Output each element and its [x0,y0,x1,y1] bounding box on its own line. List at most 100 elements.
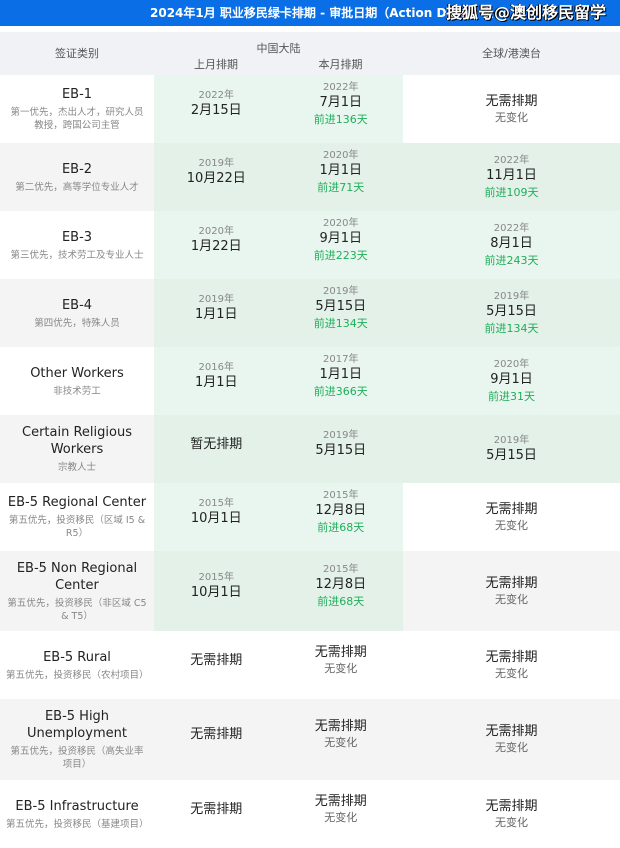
date-text: 1月1日 [194,375,238,390]
year-text: 2019年 [323,430,359,441]
date-text: 12月8日 [315,576,367,592]
date-text: 无需排期 [314,644,367,660]
category-name: EB-5 High Unemployment [27,709,127,741]
global-cells: 无需排期 无变化 [403,780,620,848]
curr-month-cell: 2020年 9月1日 前进223天 [279,211,404,279]
year-text: 2020年 [493,358,530,370]
category-name: EB-5 Regional Center [7,495,147,510]
visa-category: EB-5 Non Regional Center 第五优先，投资移民（非区域 C5… [0,551,154,631]
curr-month-cell: 2019年 5月15日 [279,415,404,483]
category-desc: 第五优先，投资移民（区域 I5 & R5） [8,515,146,539]
date-text: 1月1日 [194,307,238,322]
category-desc: 第四优先，特殊人员 [34,317,120,329]
global-cell: 2020年 9月1日 前进31天 [403,347,620,415]
category-desc: 第一优先，杰出人才，研究人员教授，跨国公司主管 [10,107,144,131]
visa-category: Other Workers 非技术劳工 [0,347,154,415]
category-desc: 第五优先，投资移民（农村项目） [6,669,149,681]
year-text: 2020年 [323,217,359,229]
table-row: EB-4 第四优先，特殊人员 2019年 1月1日 2019年 5月15日 前进134天 20… [0,279,620,347]
prev-month-cell: 无需排期 [154,780,279,848]
change-status-text: 无变化 [324,661,358,675]
visa-category: EB-5 Rural 第五优先，投资移民（农村项目） [0,631,154,699]
china-cells: 2020年 1月22日 2020年 9月1日 前进223天 [154,211,403,279]
china-cells: 2015年 10月1日 2015年 12月8日 前进68天 [154,551,403,631]
date-text: 1月22日 [190,239,242,254]
date-text: 无需排期 [485,93,538,109]
china-cells: 无需排期 无需排期 无变化 [154,631,403,699]
title-bar: 2024年1月 职业移民绿卡排期 - 审批日期（Action Date / 表 … [0,0,620,26]
year-text: 2019年 [493,290,530,302]
china-cells: 2016年 1月1日 2017年 1月1日 前进366天 [154,347,403,415]
category-name: Certain Religious Workers [22,425,132,457]
date-text: 暂无排期 [190,436,243,452]
category-desc: 第三优先，技术劳工及专业人士 [10,249,144,261]
header-global: 全球/港澳台 [482,47,541,60]
category-name: EB-2 [61,161,93,177]
prev-month-cell: 无需排期 [154,699,279,780]
prev-month-cell: 2020年 1月22日 [154,211,279,279]
table-row: Certain Religious Workers 宗教人士 暂无排期 2019年 5月… [0,415,620,483]
global-cell: 2019年 5月15日 [403,415,620,483]
change-status-text: 无变化 [495,592,528,606]
advance-text: 前进243天 [484,253,539,267]
year-text: 2017年 [323,353,359,365]
category-desc: 非技术劳工 [53,385,101,397]
date-text: 5月15日 [486,303,537,319]
change-status-text: 无变化 [495,741,528,754]
change-status-text: 无变化 [495,666,528,680]
table-row: EB-5 Regional Center 第五优先，投资移民（区域 I5 & R5… [0,483,620,551]
china-cells: 2019年 1月1日 2019年 5月15日 前进134天 [154,279,403,347]
table-row: EB-3 第三优先，技术劳工及专业人士 2020年 1月22日 2020年 9月1日 前进2… [0,211,620,279]
header-curr: 本月排期 [318,58,363,71]
year-text: 2015年 [198,498,234,509]
curr-month-cell: 2015年 12月8日 前进68天 [279,483,404,551]
date-text: 8月1日 [490,235,533,251]
global-cell: 无需排期 无变化 [403,75,620,143]
global-cells: 2022年 8月1日前进243天 [403,211,620,279]
table-body: EB-1 第一优先，杰出人才，研究人员教授，跨国公司主管 2022年 2月15日 202… [0,75,620,848]
visa-category: EB-3 第三优先，技术劳工及专业人士 [0,211,154,279]
global-cells: 2022年 11月1日 前进109天 [403,143,620,211]
global-cell: 无需排期 无变化 [403,780,620,848]
visa-category: EB-5 Regional Center 第五优先，投资移民（区域 I5 & R5… [0,483,154,551]
prev-month-cell: 2016年 1月1日 [154,347,279,415]
prev-month-cell: 2022年 2月15日 [154,75,279,143]
category-name: EB-5 Non Regional Center [16,560,138,593]
china-cells: 无需排期 无需排期 无变化 [154,699,403,780]
visa-category: EB-4 第四优先，特殊人员 [0,279,154,347]
prev-month-cell: 无需排期 [154,631,279,699]
global-cells: 无需排期 无变化 [403,699,620,780]
category-desc: 第五优先，投资移民（基建项目） [6,818,149,830]
curr-month-cell: 2017年 1月1日 前进366天 [279,347,404,415]
date-text: 9月1日 [319,230,363,246]
change-status-text: 无变化 [495,815,528,829]
global-cell: 无需排期 无变化 [403,699,620,780]
year-text: 2016年 [198,362,234,373]
table-row: EB-5 Rural 第五优先，投资移民（农村项目） 无需排期 无需排期 无变化 无需排期… [0,631,620,699]
prev-month-cell: 2019年 10月22日 [154,143,279,211]
category-desc: 宗教人士 [57,462,96,473]
curr-month-cell: 无需排期 无变化 [279,780,404,848]
curr-month-cell: 2015年 12月8日 前进68天 [279,551,404,631]
header-china: 中国大陆 上月排期 本月排期 [154,32,403,75]
advance-text: 前进71天 [317,180,365,194]
date-text: 12月8日 [315,502,367,518]
date-text: 无需排期 [485,724,538,739]
category-desc: 第五优先，投资移民（高失业率项目） [10,746,144,770]
table-row: EB-1 第一优先，杰出人才，研究人员教授，跨国公司主管 2022年 2月15日 202… [0,75,620,143]
date-text: 5月15日 [486,448,537,463]
advance-text: 前进366天 [313,384,368,398]
global-cells: 2019年 5月15日 前进134天 [403,279,620,347]
global-cells: 2019年 5月15日 [403,415,620,483]
date-text: 11月1日 [486,167,537,183]
china-cells: 2015年 10月1日 2015年 12月8日 前进68天 [154,483,403,551]
prev-month-cell: 2015年 10月1日 [154,483,279,551]
year-text: 2022年 [493,222,530,234]
china-cells: 2022年 2月15日 2022年 7月1日 前进136天 [154,75,403,143]
prev-month-cell: 暂无排期 [154,415,279,483]
year-text: 2022年 [323,81,359,93]
advance-text: 前进31天 [488,389,535,403]
date-text: 无需排期 [190,801,243,817]
change-status-text: 无变化 [495,518,528,532]
global-cells: 无需排期 无变化 [403,551,620,631]
